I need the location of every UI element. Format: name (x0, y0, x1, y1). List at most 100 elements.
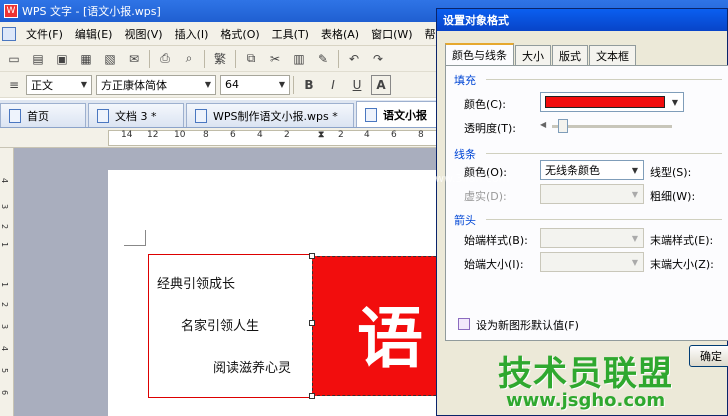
tab-colors-and-lines[interactable]: 颜色与线条 (445, 43, 514, 65)
style-value: 正文 (31, 78, 53, 92)
tab-text-box[interactable]: 文本框 (589, 45, 636, 65)
tab-home[interactable]: 首页 (0, 103, 86, 127)
default-shape-checkbox[interactable] (458, 318, 470, 330)
print-icon[interactable]: ⎙ (155, 49, 175, 69)
style-select[interactable]: 正文 ▼ (26, 74, 92, 95)
ruler-number: 12 (147, 130, 159, 140)
watermark-text: www.3lian.com (426, 172, 510, 185)
menu-tools[interactable]: 工具(T) (266, 26, 315, 42)
menu-insert[interactable]: 插入(I) (169, 26, 215, 42)
fill-color-picker[interactable]: ▼ (540, 92, 684, 112)
text-line: 名家引领人生 (181, 319, 260, 334)
print-preview-icon[interactable]: ⌕ (179, 49, 199, 69)
paste-icon[interactable]: ▥ (289, 49, 309, 69)
slider-track (552, 125, 672, 128)
dialog-tabs: 颜色与线条 大小 版式 文本框 (445, 43, 637, 65)
font-size-select[interactable]: 64 ▼ (220, 74, 290, 95)
text-box[interactable]: 经典引领成长 名家引领人生 阅读滋养心灵 (148, 254, 314, 398)
menu-window[interactable]: 窗口(W) (365, 26, 418, 42)
ruler-number: 4 (0, 345, 10, 352)
menu-file[interactable]: 文件(F) (20, 26, 69, 42)
chevron-down-icon: ▼ (278, 80, 285, 89)
ruler-number: 2 (284, 130, 290, 140)
save-icon[interactable]: ▣ (52, 49, 72, 69)
ruler-number: 14 (121, 130, 133, 140)
slider-thumb[interactable] (558, 119, 568, 133)
underline-button[interactable]: U (347, 75, 367, 95)
styles-icon[interactable]: ≡ (4, 75, 24, 95)
ruler-number: 6 (0, 389, 10, 396)
font-select[interactable]: 方正康体简体 ▼ (96, 74, 216, 95)
fill-heading: 填充 (454, 74, 476, 87)
ruler-number: 8 (203, 130, 209, 140)
vertical-ruler[interactable]: 4 3 2 1 1 2 3 4 5 6 (0, 148, 14, 416)
end-style-label: 末端样式(E): (650, 234, 714, 247)
copy-icon[interactable]: ⧉ (241, 49, 261, 69)
ruler-number: 2 (0, 223, 10, 230)
chevron-down-icon: ▼ (80, 80, 87, 89)
line-dash-select[interactable]: ▼ (540, 184, 644, 204)
tab-document-3[interactable]: 文档 3 * (88, 103, 184, 127)
traditional-chinese-button[interactable]: 繁 (210, 49, 230, 69)
slider-left-arrow-icon[interactable]: ◀ (540, 120, 546, 129)
ruler-number: 3 (0, 323, 10, 330)
italic-button[interactable]: I (323, 75, 343, 95)
menu-edit[interactable]: 编辑(E) (69, 26, 119, 42)
document-icon[interactable] (2, 26, 16, 41)
margin-corner-marker (124, 230, 146, 246)
ruler-number: 2 (0, 301, 10, 308)
ruler-number: 1 (0, 281, 10, 288)
open-folder-icon[interactable]: ▤ (28, 49, 48, 69)
bold-button[interactable]: B (299, 75, 319, 95)
dialog-panel: 填充 颜色(C): ▼ 透明度(T): ◀ 线条 颜色(O): 无线条颜色 ▼ … (445, 65, 728, 341)
ruler-track (108, 130, 448, 146)
ruler-number: 8 (418, 130, 424, 140)
ruler-number: 1 (0, 241, 10, 248)
mail-icon[interactable]: ✉ (124, 49, 144, 69)
toolbar-separator (293, 75, 294, 94)
text-line: 阅读滋养心灵 (213, 361, 292, 376)
document-icon (97, 108, 109, 123)
chevron-down-icon: ▼ (631, 189, 639, 199)
menu-table[interactable]: 表格(A) (315, 26, 365, 42)
tab-layout[interactable]: 版式 (552, 45, 588, 65)
redo-icon[interactable]: ↷ (368, 49, 388, 69)
tab-wps-newspaper[interactable]: WPS制作语文小报.wps * (186, 103, 354, 127)
tab-chinese-newspaper[interactable]: 语文小报 (356, 101, 442, 127)
default-shape-label: 设为新图形默认值(F) (476, 319, 579, 332)
resize-handle[interactable] (309, 253, 315, 259)
document-icon (365, 107, 377, 122)
new-document-icon[interactable]: ▭ (4, 49, 24, 69)
ruler-number: 2 (338, 130, 344, 140)
line-weight-label: 粗细(W): (650, 190, 696, 203)
tab-label: WPS制作语文小报.wps * (213, 109, 338, 123)
begin-size-select[interactable]: ▼ (540, 252, 644, 272)
tab-label: 首页 (27, 109, 49, 123)
ruler-number: 3 (0, 203, 10, 210)
cut-icon[interactable]: ✂ (265, 49, 285, 69)
menu-view[interactable]: 视图(V) (118, 26, 168, 42)
chevron-down-icon: ▼ (631, 233, 639, 243)
transparency-slider[interactable]: ◀ (540, 118, 728, 134)
resize-handle[interactable] (309, 320, 315, 326)
menu-format[interactable]: 格式(O) (214, 26, 265, 42)
toolbar-separator (149, 49, 150, 68)
undo-icon[interactable]: ↶ (344, 49, 364, 69)
fill-color-label: 颜色(C): (464, 98, 506, 111)
indent-marker-icon[interactable]: ⧗ (318, 130, 324, 140)
font-size-value: 64 (225, 78, 239, 91)
export-icon[interactable]: ▧ (100, 49, 120, 69)
tab-size[interactable]: 大小 (515, 45, 551, 65)
watermark-logo: 技术员联盟 (498, 354, 673, 394)
line-color-select[interactable]: 无线条颜色 ▼ (540, 160, 644, 180)
format-painter-icon[interactable]: ✎ (313, 49, 333, 69)
line-dash-label: 虚实(D): (464, 190, 507, 203)
resize-handle[interactable] (309, 393, 315, 399)
save-as-icon[interactable]: ▦ (76, 49, 96, 69)
begin-size-label: 始端大小(I): (464, 258, 524, 271)
font-color-button[interactable]: A (371, 74, 391, 95)
group-divider (486, 153, 722, 154)
begin-style-select[interactable]: ▼ (540, 228, 644, 248)
ok-button[interactable]: 确定 (689, 345, 728, 367)
home-icon (9, 108, 21, 123)
